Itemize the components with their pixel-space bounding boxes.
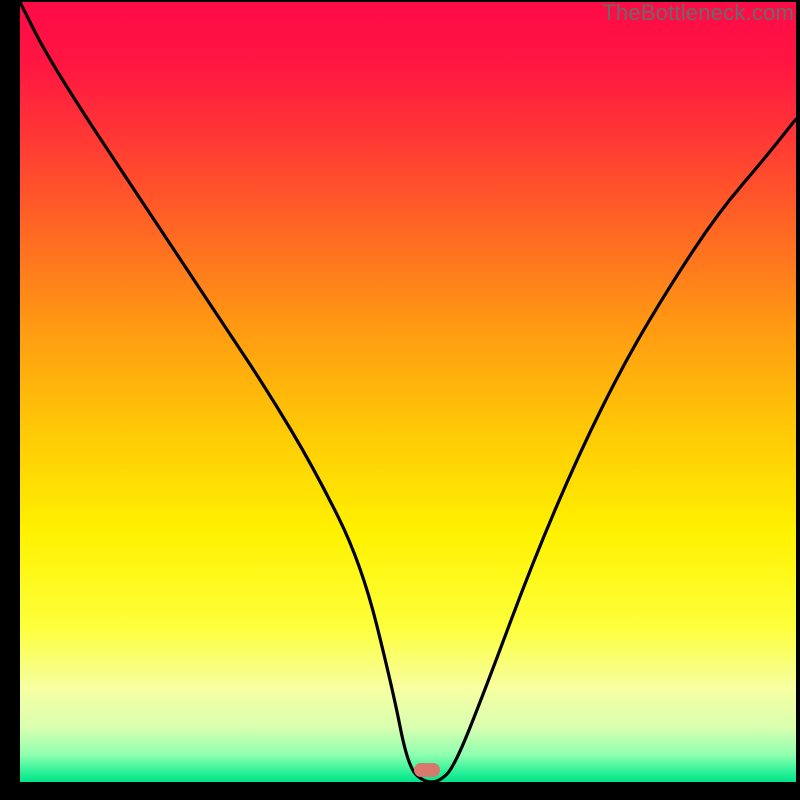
bottleneck-curve <box>20 2 796 782</box>
watermark-text: TheBottleneck.com <box>602 0 794 26</box>
bottleneck-marker <box>414 763 440 777</box>
plot-area <box>20 2 796 782</box>
chart-stage: TheBottleneck.com <box>0 0 800 800</box>
